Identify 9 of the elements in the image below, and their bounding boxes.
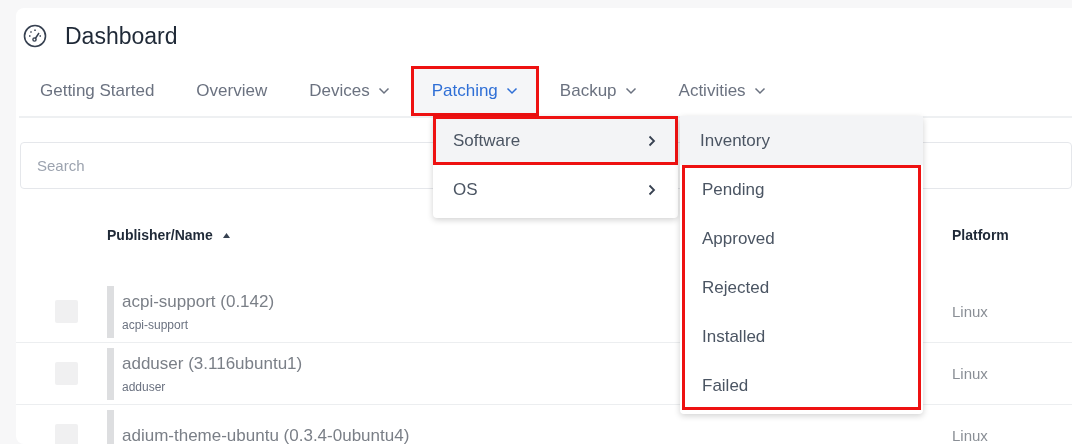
page-title: Dashboard — [65, 22, 178, 50]
package-name: adium-theme-ubuntu (0.3.4-0ubuntu4) — [122, 425, 410, 444]
package-id: adduser — [122, 379, 166, 394]
platform-cell: Linux — [952, 427, 988, 444]
package-name: acpi-support (0.142) — [122, 291, 275, 312]
package-id: acpi-support — [122, 317, 189, 332]
package-name: adduser (3.116ubuntu1) — [122, 353, 303, 374]
platform-cell: Linux — [952, 303, 988, 320]
platform-cell: Linux — [952, 365, 988, 382]
